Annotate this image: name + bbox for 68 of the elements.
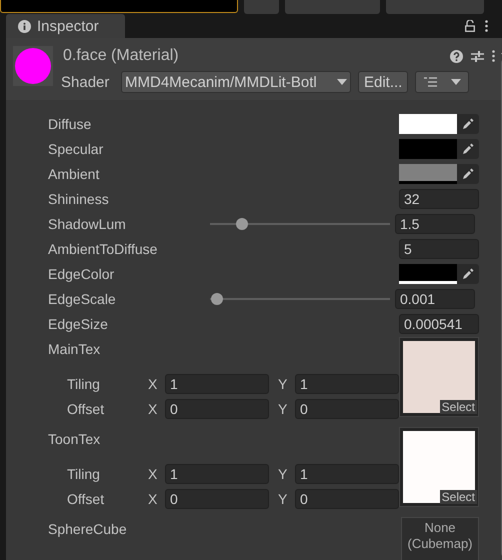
property-label: MainTex bbox=[48, 340, 102, 356]
axis-label: X bbox=[148, 376, 158, 392]
eyedropper-icon[interactable] bbox=[462, 142, 474, 154]
help-icon[interactable] bbox=[450, 50, 463, 62]
select-button[interactable]: Select bbox=[440, 400, 477, 414]
texture-slot[interactable]: Select bbox=[399, 427, 479, 507]
number-field[interactable]: 1.5 bbox=[395, 214, 475, 234]
property-label: Tiling bbox=[67, 376, 101, 392]
number-field[interactable]: 0 bbox=[165, 488, 269, 508]
eyedropper-icon[interactable] bbox=[462, 168, 474, 180]
number-field[interactable]: 32 bbox=[399, 188, 479, 208]
toolbar-field[interactable] bbox=[0, 0, 238, 13]
lock-icon[interactable] bbox=[465, 20, 475, 32]
property-label: Offset bbox=[67, 490, 106, 506]
slider-handle[interactable] bbox=[236, 218, 248, 230]
number-field[interactable]: 0.000541 bbox=[399, 314, 479, 334]
slider-handle[interactable] bbox=[211, 292, 224, 304]
property-label: Offset bbox=[67, 400, 106, 416]
property-label: SphereCube bbox=[48, 520, 128, 536]
number-field[interactable]: 5 bbox=[399, 238, 479, 258]
select-button[interactable]: Select bbox=[440, 490, 477, 504]
more-menu-icon[interactable] bbox=[485, 20, 488, 32]
eyedropper-icon[interactable] bbox=[462, 268, 474, 280]
shader-label: Shader bbox=[61, 74, 110, 90]
axis-label: Y bbox=[278, 400, 288, 416]
sliders-icon[interactable] bbox=[471, 50, 484, 62]
list-dropdown[interactable] bbox=[415, 71, 470, 93]
number-field[interactable]: 0 bbox=[295, 488, 399, 508]
property-label: Specular bbox=[48, 140, 104, 156]
number-field[interactable]: 1 bbox=[295, 374, 399, 394]
material-title: 0.face (Material) bbox=[63, 47, 179, 65]
cubemap-slot[interactable]: None (Cubemap) bbox=[401, 517, 479, 560]
color-field[interactable] bbox=[399, 138, 479, 158]
texture-slot[interactable]: Select bbox=[399, 337, 479, 417]
property-label: EdgeSize bbox=[48, 316, 109, 332]
number-field[interactable]: 0 bbox=[165, 398, 269, 418]
axis-label: Y bbox=[278, 376, 288, 392]
axis-label: Y bbox=[278, 490, 288, 506]
caret-icon bbox=[451, 79, 462, 85]
inspector-tab[interactable]: Inspector bbox=[6, 14, 125, 38]
axis-label: Y bbox=[278, 466, 288, 482]
color-field[interactable] bbox=[399, 164, 479, 184]
property-label: Ambient bbox=[48, 166, 100, 182]
edit-button[interactable]: Edit... bbox=[358, 71, 408, 93]
number-field[interactable]: 1 bbox=[295, 464, 399, 484]
property-label: Diffuse bbox=[48, 116, 92, 132]
property-label: EdgeScale bbox=[48, 290, 117, 306]
eyedropper-icon[interactable] bbox=[462, 118, 474, 130]
list-icon bbox=[424, 77, 437, 87]
axis-label: X bbox=[148, 466, 158, 482]
shader-dropdown[interactable]: MMD4Mecanim/MMDLit-Botl bbox=[121, 71, 351, 93]
number-field[interactable]: 1 bbox=[165, 464, 269, 484]
number-field[interactable]: 0 bbox=[295, 398, 399, 418]
property-label: Shininess bbox=[48, 190, 110, 206]
property-label: ToonTex bbox=[48, 430, 102, 446]
caret-icon bbox=[337, 79, 347, 85]
property-label: ShadowLum bbox=[48, 216, 127, 232]
number-field[interactable]: 1 bbox=[165, 374, 269, 394]
property-label: EdgeColor bbox=[48, 266, 116, 282]
property-label: Tiling bbox=[67, 466, 101, 482]
info-icon bbox=[18, 20, 31, 32]
color-field[interactable] bbox=[399, 264, 479, 284]
property-label: AmbientToDiffuse bbox=[48, 240, 158, 256]
number-field[interactable]: 0.001 bbox=[395, 288, 475, 308]
axis-label: X bbox=[148, 490, 158, 506]
axis-label: X bbox=[148, 400, 158, 416]
color-field[interactable] bbox=[399, 114, 479, 134]
more-menu-icon[interactable] bbox=[492, 50, 495, 62]
